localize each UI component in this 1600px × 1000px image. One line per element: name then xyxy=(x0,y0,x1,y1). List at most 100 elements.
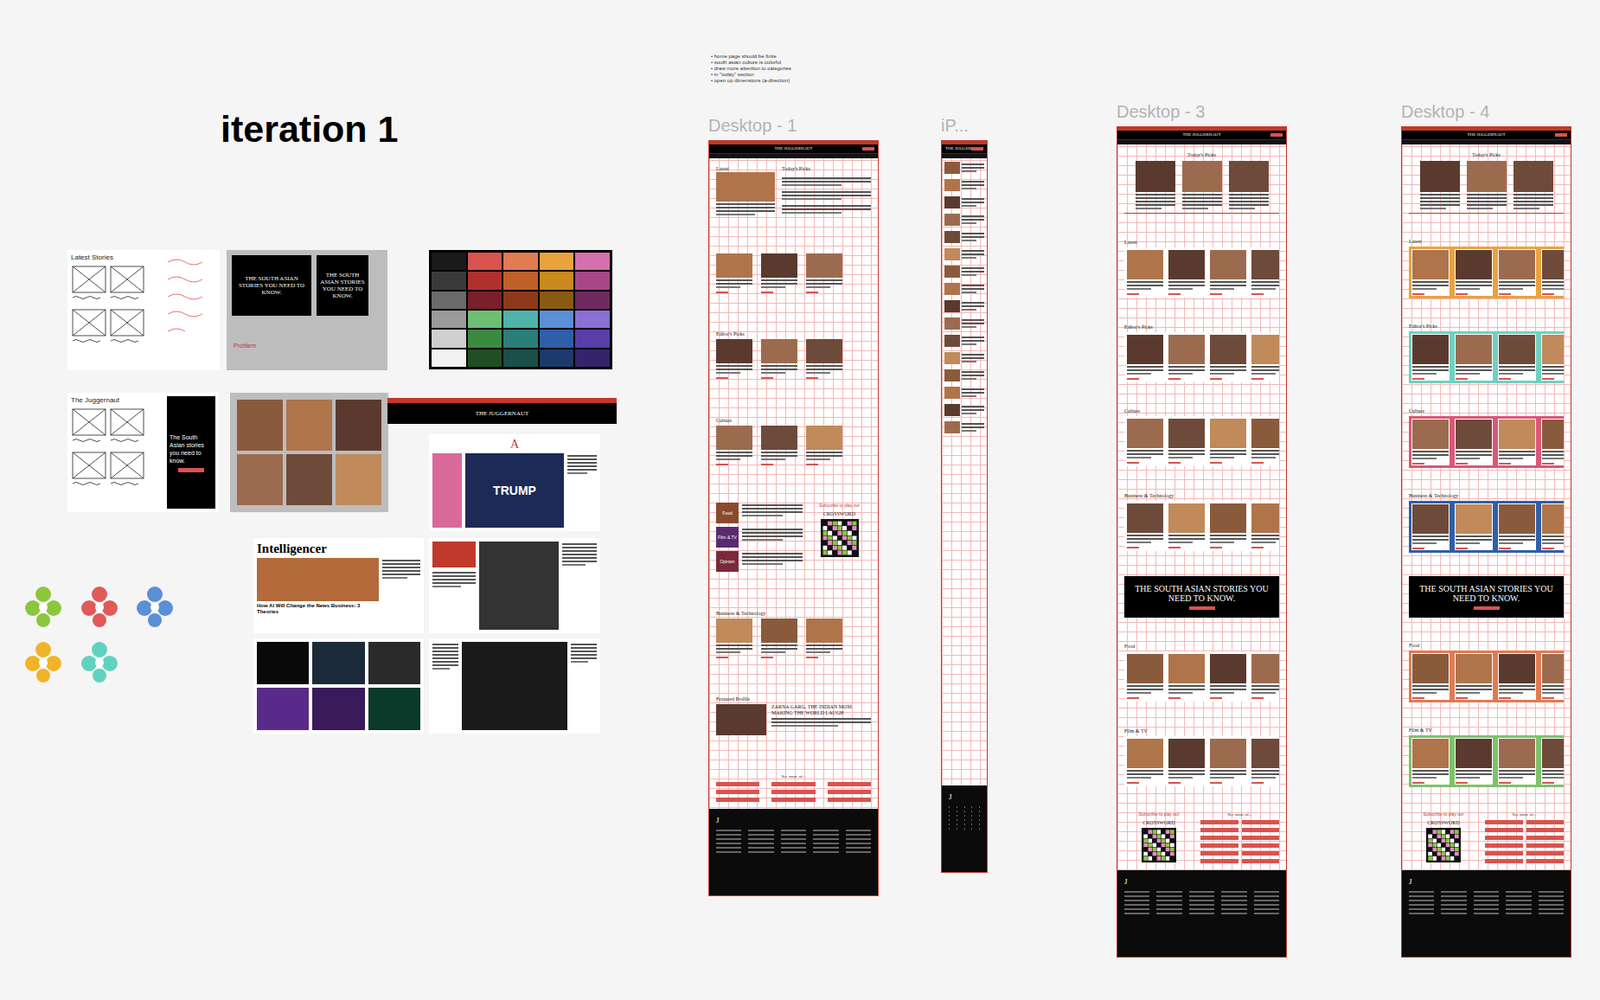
article-card[interactable] xyxy=(1412,334,1449,380)
article-card[interactable] xyxy=(1498,419,1536,465)
category-pill[interactable] xyxy=(1200,851,1239,856)
category-pill[interactable] xyxy=(1241,851,1280,856)
article-card[interactable] xyxy=(1168,249,1205,295)
article-card[interactable] xyxy=(1251,738,1280,784)
category-pill[interactable] xyxy=(1484,851,1524,856)
category-tile[interactable]: Opinion xyxy=(716,550,739,572)
article-photo[interactable] xyxy=(944,386,960,399)
article-card[interactable] xyxy=(1209,249,1247,295)
article-card[interactable] xyxy=(1412,738,1449,784)
article-card[interactable] xyxy=(1209,653,1247,699)
color-swatch[interactable] xyxy=(467,291,503,309)
category-tile[interactable]: Food xyxy=(716,502,739,524)
article-card[interactable] xyxy=(1455,653,1492,699)
article-photo[interactable] xyxy=(944,300,960,313)
article-photo[interactable] xyxy=(1135,160,1176,192)
frame-label[interactable]: Desktop - 3 xyxy=(1116,101,1205,122)
article-card[interactable] xyxy=(1209,418,1247,464)
artboard[interactable]: THE JUGGERNAUTToday's PicksLatestEditor'… xyxy=(1116,126,1287,958)
article-card[interactable] xyxy=(1126,418,1164,464)
brand-logo[interactable]: THE JUGGERNAUT xyxy=(774,145,813,153)
color-swatch[interactable] xyxy=(575,252,610,270)
category-tile[interactable]: Film & TV xyxy=(716,526,739,548)
category-pill[interactable] xyxy=(1200,819,1239,825)
category-pill[interactable] xyxy=(1484,835,1524,840)
subscribe-banner[interactable]: THE SOUTH ASIAN STORIES YOU NEED TO KNOW… xyxy=(1408,576,1564,618)
color-swatch[interactable] xyxy=(539,291,575,309)
article-photo[interactable] xyxy=(944,352,960,365)
category-pill[interactable] xyxy=(1241,843,1280,848)
color-swatch[interactable] xyxy=(575,291,610,309)
color-swatch[interactable] xyxy=(539,349,575,367)
crossword-icon[interactable] xyxy=(820,518,859,557)
article-photo[interactable] xyxy=(944,196,960,209)
article-photo[interactable] xyxy=(1228,160,1269,192)
article-card[interactable] xyxy=(1498,504,1536,550)
category-pill[interactable] xyxy=(1200,835,1239,840)
article-card[interactable] xyxy=(1126,334,1164,380)
category-pill[interactable] xyxy=(827,789,871,794)
article-card[interactable] xyxy=(1209,503,1247,549)
subscribe-banner[interactable]: THE SOUTH ASIAN STORIES YOU NEED TO KNOW… xyxy=(1124,576,1280,618)
color-swatch[interactable] xyxy=(431,252,467,270)
article-card[interactable] xyxy=(761,339,798,379)
frame-label[interactable]: Desktop - 1 xyxy=(708,115,797,136)
color-swatch[interactable] xyxy=(467,329,503,347)
category-pill[interactable] xyxy=(1526,858,1565,864)
category-pill[interactable] xyxy=(1526,851,1565,856)
category-pill[interactable] xyxy=(771,789,815,794)
article-card[interactable] xyxy=(1412,653,1449,699)
color-swatch[interactable] xyxy=(467,252,503,270)
article-card[interactable] xyxy=(1209,334,1247,380)
article-card[interactable] xyxy=(1498,334,1536,380)
article-photo[interactable] xyxy=(1420,160,1460,192)
article-photo[interactable] xyxy=(944,317,960,330)
color-swatch[interactable] xyxy=(575,349,610,367)
category-pill[interactable] xyxy=(1526,819,1565,825)
article-card[interactable] xyxy=(1498,653,1536,699)
category-pill[interactable] xyxy=(1526,827,1565,832)
article-card[interactable] xyxy=(761,253,798,294)
color-swatch[interactable] xyxy=(467,349,503,367)
subscribe-link[interactable]: Subscribe to play our xyxy=(1423,811,1465,818)
category-pill[interactable] xyxy=(827,797,871,802)
article-card[interactable] xyxy=(806,618,843,659)
article-card[interactable] xyxy=(761,618,798,659)
article-card[interactable] xyxy=(806,253,843,294)
color-swatch[interactable] xyxy=(539,329,575,347)
color-swatch[interactable] xyxy=(575,310,610,328)
category-pill[interactable] xyxy=(1484,843,1524,848)
article-photo[interactable] xyxy=(944,369,960,382)
artboard[interactable]: THE JUGGERNAUTJ xyxy=(940,140,988,873)
color-swatch[interactable] xyxy=(539,252,575,270)
article-photo[interactable] xyxy=(944,230,960,244)
footer-logo[interactable]: J xyxy=(1408,876,1564,886)
color-swatch[interactable] xyxy=(503,271,538,289)
subscribe-link[interactable]: Subscribe to play our xyxy=(819,502,860,509)
category-pill[interactable] xyxy=(1484,819,1524,825)
article-card[interactable] xyxy=(716,618,753,659)
color-swatch[interactable] xyxy=(539,271,575,289)
article-card[interactable] xyxy=(761,425,798,466)
article-card[interactable] xyxy=(1168,503,1205,549)
category-pill[interactable] xyxy=(1200,858,1239,864)
article-photo[interactable] xyxy=(944,421,960,434)
article-card[interactable] xyxy=(1168,738,1205,784)
color-swatch[interactable] xyxy=(575,271,610,289)
article-card[interactable] xyxy=(806,339,843,379)
category-pill[interactable] xyxy=(1484,858,1524,864)
article-card[interactable] xyxy=(1542,653,1564,699)
article-card[interactable] xyxy=(1209,738,1247,784)
color-swatch[interactable] xyxy=(539,310,575,328)
article-card[interactable] xyxy=(1542,738,1564,784)
article-photo[interactable] xyxy=(944,403,960,416)
article-card[interactable] xyxy=(1168,334,1205,380)
article-photo[interactable] xyxy=(944,179,960,192)
article-card[interactable] xyxy=(1126,249,1164,295)
crossword-icon[interactable] xyxy=(1141,827,1177,863)
category-pill[interactable] xyxy=(1241,827,1280,832)
color-swatch[interactable] xyxy=(503,252,538,270)
category-pill[interactable] xyxy=(771,797,815,802)
profile-photo[interactable] xyxy=(716,704,767,736)
brand-logo[interactable]: THE JUGGERNAUT xyxy=(1182,131,1221,139)
